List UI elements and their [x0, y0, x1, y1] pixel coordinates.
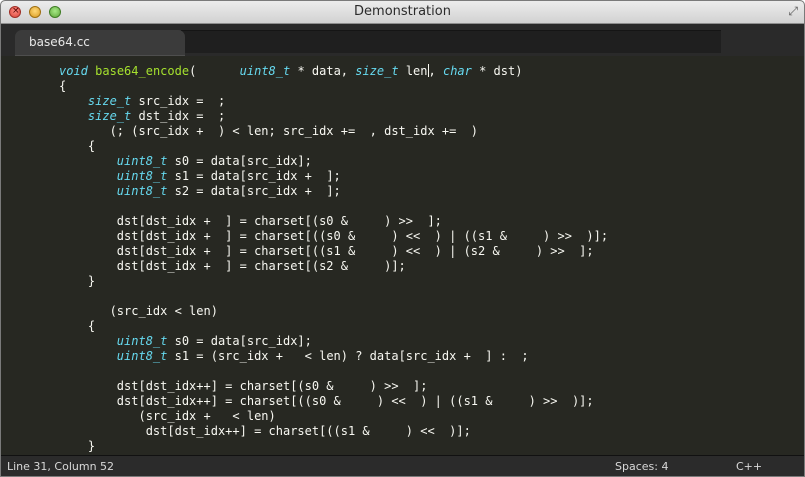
- code-token: dst[dst_idx + ] = charset[((s0 & ) << ) …: [59, 229, 609, 243]
- code-keyword: char: [442, 64, 472, 78]
- code-keyword: size_t: [87, 109, 132, 123]
- code-token: dst_idx = ;: [131, 109, 226, 123]
- code-line[interactable]: uint8_t s0 = data[src_idx];: [1, 334, 608, 349]
- code-keyword: uint8_t: [239, 64, 291, 78]
- syntax-selector[interactable]: C++: [736, 460, 762, 473]
- code-line[interactable]: dst[dst_idx + ] = charset[(s2 & )];: [1, 259, 608, 274]
- code-keyword: void: [59, 64, 88, 78]
- code-line[interactable]: dst[dst_idx + ] = charset[((s0 & ) << ) …: [1, 229, 608, 244]
- code-token: }: [59, 274, 96, 288]
- code-line[interactable]: dst[dst_idx + ] = charset[(s0 & ) >> ];: [1, 214, 608, 229]
- code-token: }: [59, 439, 96, 453]
- tab-bar: base64.cc: [1, 24, 804, 56]
- code-keyword: size_t: [87, 94, 132, 108]
- code-line[interactable]: uint8_t s1 = (src_idx + < len) ? data[sr…: [1, 349, 608, 364]
- indentation-setting[interactable]: Spaces: 4: [615, 460, 668, 473]
- code-line[interactable]: uint8_t s1 = data[src_idx + ];: [1, 169, 608, 184]
- code-token: s0 = data[src_idx];: [167, 334, 312, 348]
- code-token: {: [59, 319, 96, 333]
- editor-window: × Demonstration ⤢ base64.cc void base64_…: [0, 0, 805, 477]
- code-token: src_idx = ;: [131, 94, 226, 108]
- window-title: Demonstration: [354, 4, 451, 19]
- code-line[interactable]: dst[dst_idx++] = charset[(s0 & ) >> ];: [1, 379, 608, 394]
- code-line[interactable]: (src_idx + < len): [1, 409, 608, 424]
- tab-strip[interactable]: [181, 30, 721, 53]
- code-line[interactable]: uint8_t s0 = data[src_idx];: [1, 154, 608, 169]
- code-line[interactable]: }: [1, 274, 608, 289]
- code-keyword: uint8_t: [116, 334, 168, 348]
- code-token: dst[dst_idx++] = charset[(s0 & ) >> ];: [59, 379, 428, 393]
- code-token: len: [398, 64, 428, 78]
- code-line[interactable]: uint8_t s2 = data[src_idx + ];: [1, 184, 608, 199]
- code-token: dst[dst_idx++] = charset[((s1 & ) << )];: [59, 424, 471, 438]
- title-bar[interactable]: × Demonstration ⤢: [1, 1, 804, 24]
- code-line[interactable]: dst[dst_idx++] = charset[((s0 & ) << ) |…: [1, 394, 608, 409]
- code-line[interactable]: }: [1, 439, 608, 454]
- code-keyword: uint8_t: [116, 154, 168, 168]
- code-line[interactable]: [1, 199, 608, 214]
- code-line[interactable]: void base64_encode( uint8_t * data, size…: [1, 64, 608, 79]
- code-function-name: base64_encode: [95, 64, 190, 78]
- fullscreen-icon[interactable]: ⤢: [788, 4, 798, 19]
- code-token: (; (src_idx + ) < len; src_idx += , dst_…: [59, 124, 479, 138]
- code-token: ,: [428, 64, 443, 78]
- code-token: s0 = data[src_idx];: [167, 154, 312, 168]
- code-keyword: uint8_t: [116, 169, 168, 183]
- cursor-position: Line 31, Column 52: [7, 460, 115, 473]
- code-token: {: [59, 79, 67, 93]
- code-line[interactable]: size_t dst_idx = ;: [1, 109, 608, 124]
- tab-base64-cc[interactable]: base64.cc: [15, 30, 185, 56]
- code-token: dst[dst_idx + ] = charset[(s2 & )];: [59, 259, 406, 273]
- code-content[interactable]: void base64_encode( uint8_t * data, size…: [1, 64, 608, 454]
- status-bar: Line 31, Column 52 Spaces: 4 C++: [1, 455, 804, 476]
- code-token: dst[dst_idx++] = charset[((s0 & ) << ) |…: [59, 394, 594, 408]
- code-token: (src_idx + < len): [59, 409, 276, 423]
- code-token: * data,: [290, 64, 356, 78]
- code-line[interactable]: size_t src_idx = ;: [1, 94, 608, 109]
- code-line[interactable]: [1, 364, 608, 379]
- code-token: dst[dst_idx + ] = charset[(s0 & ) >> ];: [59, 214, 442, 228]
- code-line[interactable]: (; (src_idx + ) < len; src_idx += , dst_…: [1, 124, 608, 139]
- code-line[interactable]: {: [1, 139, 608, 154]
- code-keyword: uint8_t: [116, 184, 168, 198]
- code-line[interactable]: (src_idx < len): [1, 304, 608, 319]
- code-token: (: [189, 64, 240, 78]
- tab-label: base64.cc: [29, 35, 90, 49]
- code-line[interactable]: dst[dst_idx + ] = charset[((s1 & ) << ) …: [1, 244, 608, 259]
- code-token: {: [59, 139, 96, 153]
- code-editor[interactable]: void base64_encode( uint8_t * data, size…: [1, 56, 804, 455]
- code-token: dst[dst_idx + ] = charset[((s1 & ) << ) …: [59, 244, 594, 258]
- code-keyword: uint8_t: [116, 349, 168, 363]
- code-line[interactable]: [1, 289, 608, 304]
- code-token: s1 = (src_idx + < len) ? data[src_idx + …: [167, 349, 529, 363]
- code-line[interactable]: {: [1, 319, 608, 334]
- code-keyword: size_t: [355, 64, 399, 78]
- code-line[interactable]: {: [1, 79, 608, 94]
- code-line[interactable]: dst[dst_idx++] = charset[((s1 & ) << )];: [1, 424, 608, 439]
- code-token: * dst): [471, 64, 523, 78]
- code-token: s2 = data[src_idx + ];: [167, 184, 341, 198]
- code-token: s1 = data[src_idx + ];: [167, 169, 341, 183]
- code-token: (src_idx < len): [59, 304, 218, 318]
